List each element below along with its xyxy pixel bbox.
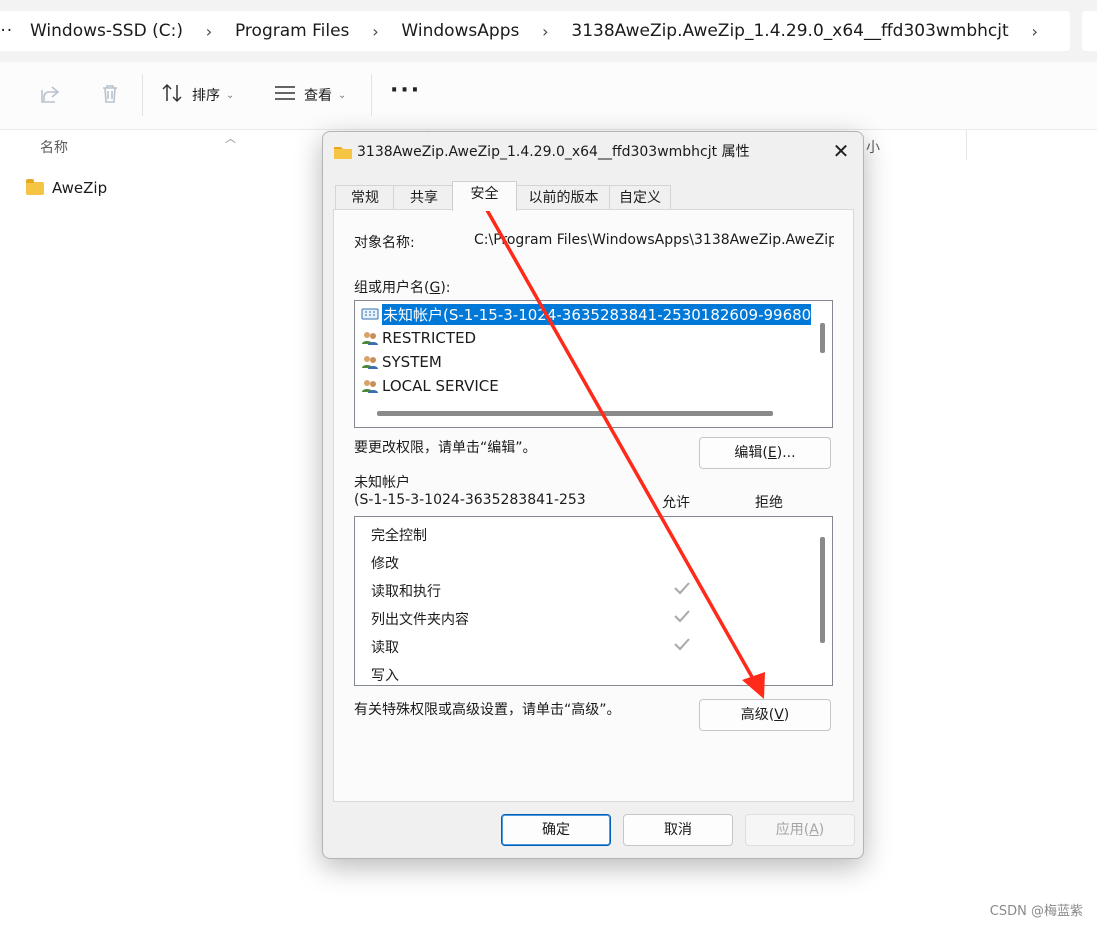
allow-check-icon (673, 607, 691, 625)
sort-ascending-icon: ︿ (225, 132, 236, 145)
breadcrumb: ··· Windows-SSD (C:) › Program Files › W… (0, 18, 1055, 44)
permission-name: 修改 (371, 556, 399, 572)
permission-name: 读取 (371, 640, 399, 656)
breadcrumb-windowsapps[interactable]: WindowsApps (395, 21, 525, 41)
file-name: AweZip (52, 179, 108, 197)
permission-row: 修改 (371, 549, 811, 575)
permissions-for-sid: (S-1-15-3-1024-3635283841-253 (354, 492, 586, 508)
permission-name: 读取和执行 (371, 584, 441, 600)
security-panel: 对象名称: C:\Program Files\WindowsApps\3138A… (333, 209, 854, 802)
tab-customize[interactable]: 自定义 (609, 185, 671, 210)
permission-name: 列出文件夹内容 (371, 612, 469, 628)
users-icon (361, 354, 379, 370)
folder-icon (333, 144, 353, 164)
list-item-label: LOCAL SERVICE (382, 377, 499, 395)
command-bar: 排序 ⌄ 查看 ⌄ ··· (0, 62, 1097, 130)
sort-button[interactable]: 排序 ⌄ (162, 82, 234, 108)
dialog-titlebar[interactable]: 3138AweZip.AweZip_1.4.29.0_x64__ffd303wm… (323, 132, 863, 170)
groups-label: 组或用户名(G): (354, 280, 451, 296)
breadcrumb-separator[interactable]: › (1015, 22, 1055, 41)
more-options-button[interactable]: ··· (390, 78, 421, 103)
vertical-scrollbar[interactable] (820, 537, 825, 643)
permissions-list: 完全控制 修改 读取和执行 列出文件夹内容 读取 写入 (354, 516, 833, 686)
close-button[interactable]: ✕ (827, 137, 855, 165)
search-box[interactable] (1082, 11, 1097, 51)
toolbar-divider (142, 74, 143, 116)
cancel-button[interactable]: 取消 (623, 814, 733, 846)
column-divider[interactable] (966, 130, 967, 160)
delete-icon[interactable] (98, 82, 124, 108)
tab-sharing[interactable]: 共享 (393, 185, 455, 210)
column-size[interactable]: 小 (866, 137, 880, 157)
users-icon (361, 330, 379, 346)
breadcrumb-program-files[interactable]: Program Files (229, 21, 355, 41)
column-name[interactable]: 名称 (40, 137, 68, 157)
edit-button[interactable]: 编辑(E)... (699, 437, 831, 469)
permission-row: 读取 (371, 633, 811, 659)
users-icon (361, 378, 379, 394)
list-item[interactable]: RESTRICTED (361, 327, 476, 349)
allow-check-icon (673, 579, 691, 597)
permission-row: 列出文件夹内容 (371, 605, 811, 631)
permission-row: 写入 (371, 661, 811, 683)
list-item[interactable]: SYSTEM (361, 351, 442, 373)
permission-row: 完全控制 (371, 521, 811, 547)
list-item-label: SYSTEM (382, 353, 442, 371)
dialog-title: 3138AweZip.AweZip_1.4.29.0_x64__ffd303wm… (357, 144, 750, 160)
breadcrumb-separator[interactable]: › (355, 22, 395, 41)
deny-header: 拒绝 (755, 495, 783, 511)
sort-label: 排序 (192, 88, 220, 104)
toolbar-divider (371, 74, 372, 116)
tab-security[interactable]: 安全 (452, 181, 517, 211)
file-row[interactable]: AweZip (26, 176, 107, 200)
list-item[interactable]: 未知帐户(S-1-15-3-1024-3635283841-2530182609… (361, 303, 811, 325)
address-bar: ··· Windows-SSD (C:) › Program Files › W… (0, 0, 1097, 63)
advanced-button[interactable]: 高级(V) (699, 699, 831, 731)
object-name-label: 对象名称: (354, 235, 415, 251)
horizontal-scrollbar[interactable] (377, 411, 773, 416)
allow-check-icon (673, 635, 691, 653)
permissions-for-label: 未知帐户 (354, 475, 410, 491)
vertical-scrollbar[interactable] (820, 323, 825, 353)
permission-name: 写入 (371, 668, 399, 683)
view-button[interactable]: 查看 ⌄ (274, 82, 346, 108)
permission-row: 读取和执行 (371, 577, 811, 603)
groups-list-viewport: 未知帐户(S-1-15-3-1024-3635283841-2530182609… (355, 301, 811, 405)
folder-icon (26, 178, 44, 195)
breadcrumb-overflow[interactable]: ··· (0, 21, 16, 41)
ok-button[interactable]: 确定 (501, 814, 611, 846)
advanced-hint: 有关特殊权限或高级设置，请单击“高级”。 (354, 702, 621, 718)
sort-icon (162, 83, 184, 107)
list-item-label: 未知帐户(S-1-15-3-1024-3635283841-2530182609… (382, 303, 811, 325)
breadcrumb-separator[interactable]: › (525, 22, 565, 41)
list-item-label: RESTRICTED (382, 329, 477, 347)
edit-hint: 要更改权限，请单击“编辑”。 (354, 440, 537, 456)
allow-header: 允许 (662, 495, 690, 511)
apply-button[interactable]: 应用(A) (745, 814, 855, 846)
share-icon[interactable] (38, 82, 64, 108)
view-label: 查看 (304, 88, 332, 104)
object-name-value: C:\Program Files\WindowsApps\3138AweZip.… (474, 232, 834, 248)
unknown-account-icon (361, 306, 379, 322)
breadcrumb-current-folder[interactable]: 3138AweZip.AweZip_1.4.29.0_x64__ffd303wm… (565, 21, 1014, 41)
permission-name: 完全控制 (371, 528, 427, 544)
list-item[interactable]: LOCAL SERVICE (361, 375, 499, 397)
chevron-down-icon: ⌄ (338, 89, 347, 101)
breadcrumb-drive[interactable]: Windows-SSD (C:) (24, 21, 189, 41)
chevron-down-icon: ⌄ (226, 89, 235, 101)
watermark: CSDN @梅蓝紫 (989, 904, 1083, 919)
breadcrumb-separator[interactable]: › (189, 22, 229, 41)
tab-previous-versions[interactable]: 以前的版本 (515, 185, 612, 210)
view-icon (274, 84, 296, 106)
groups-listbox[interactable]: 未知帐户(S-1-15-3-1024-3635283841-2530182609… (354, 300, 833, 428)
tab-general[interactable]: 常规 (335, 185, 395, 210)
properties-dialog: 3138AweZip.AweZip_1.4.29.0_x64__ffd303wm… (322, 131, 864, 859)
